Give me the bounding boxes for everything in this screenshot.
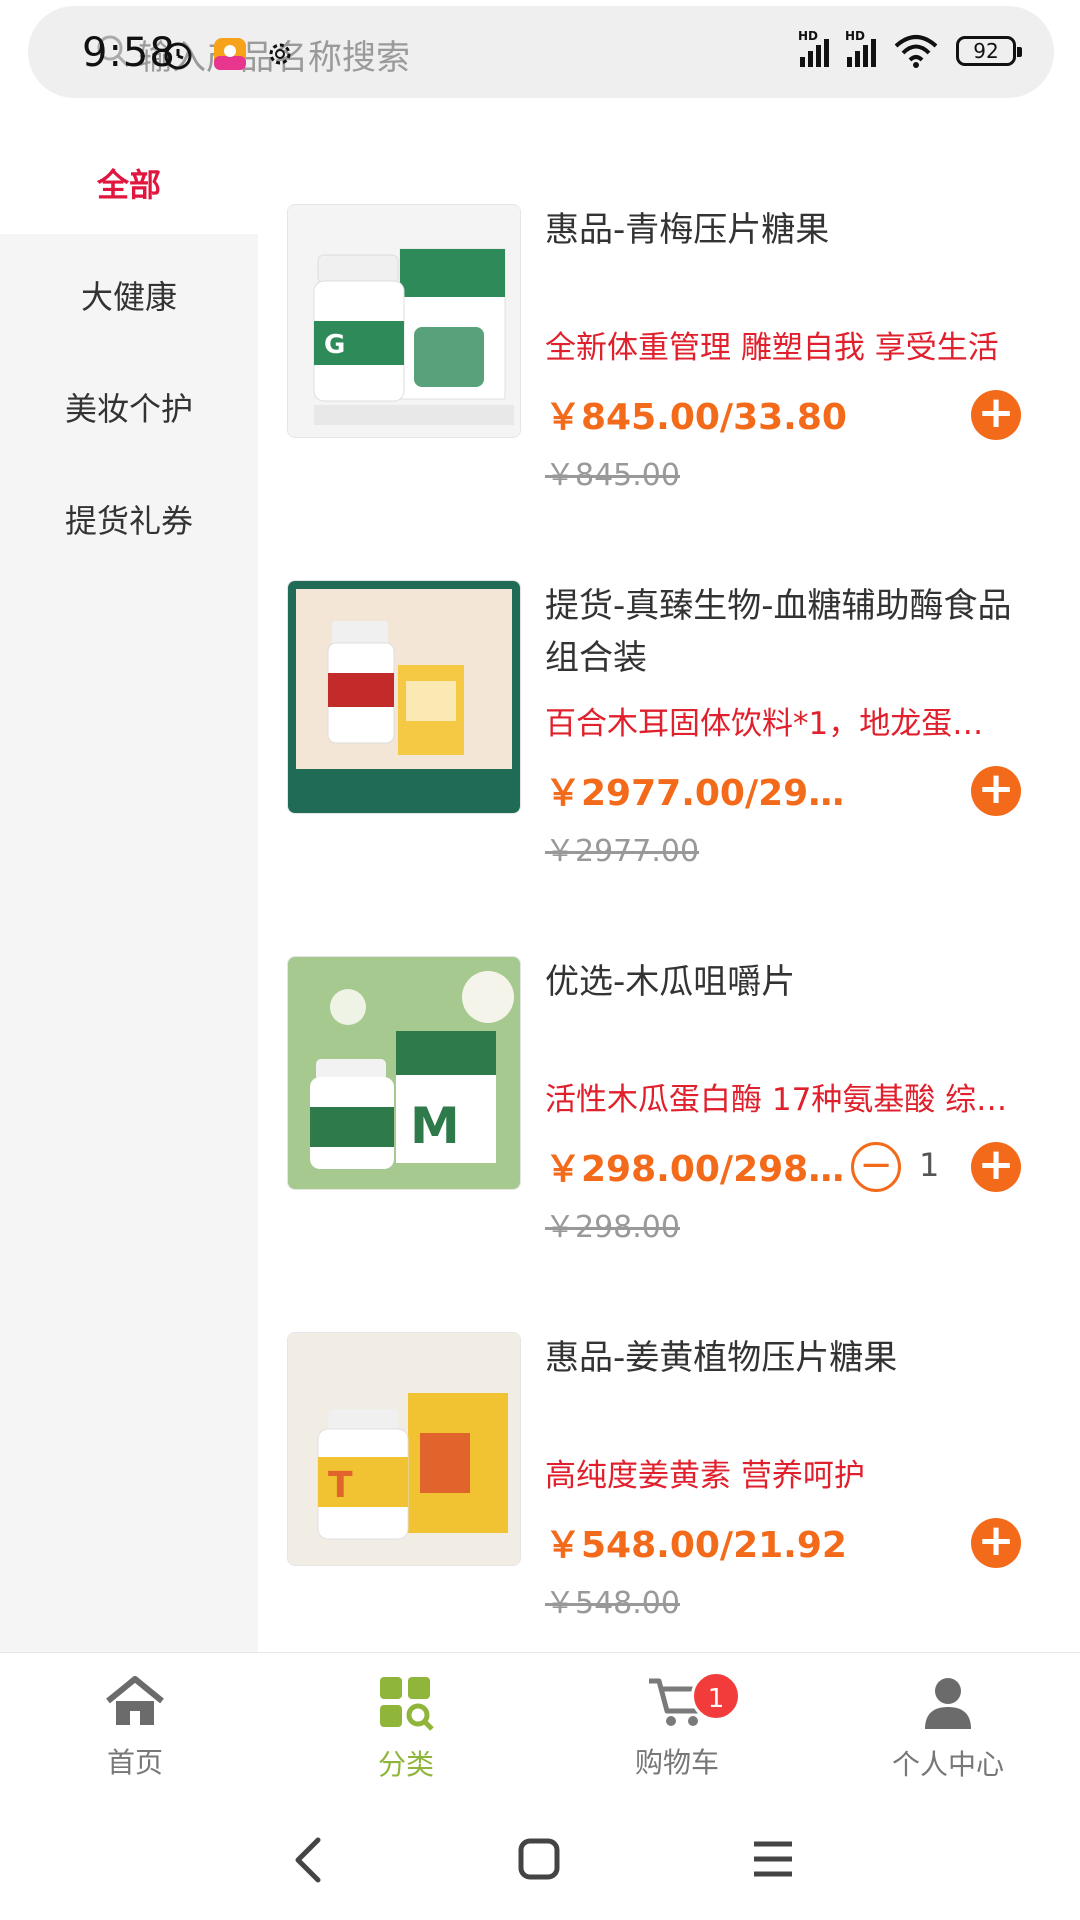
product-desc: 活性木瓜蛋白酶 17种氨基酸 综…	[545, 1082, 1008, 1118]
product-original-price: ￥2977.00	[545, 834, 700, 869]
gear-icon	[269, 43, 291, 65]
product-image[interactable]: M	[287, 956, 521, 1190]
product-card[interactable]: M 优选-木瓜咀嚼片 活性木瓜蛋白酶 17种氨基酸 综… ￥298.00/298…	[287, 956, 1047, 1245]
search-bar[interactable]: 输入产品名称搜索 9:58 HD HD 92	[28, 6, 1054, 98]
svg-text:G: G	[324, 330, 345, 360]
product-desc: 百合木耳固体饮料*1，地龙蛋…	[545, 706, 984, 742]
cell-signal-icon-2: HD	[845, 29, 876, 67]
nav-home-label: 首页	[106, 1746, 163, 1779]
user-icon	[925, 1678, 971, 1729]
home-icon	[106, 1676, 164, 1725]
product-name: 惠品-青梅压片糖果	[545, 210, 830, 250]
product-original-price: ￥845.00	[545, 458, 680, 493]
add-to-cart-button[interactable]: +	[971, 1518, 1021, 1568]
product-image[interactable]: G	[287, 204, 521, 438]
product-original-price: ￥298.00	[545, 1210, 680, 1245]
nav-cart[interactable]: 1 购物车	[577, 1671, 777, 1781]
product-card[interactable]: G 惠品-青梅压片糖果 全新体重管理 雕塑自我 享受生活 ￥845.00/33.…	[287, 204, 1047, 493]
category-icon	[380, 1677, 434, 1731]
decrease-quantity-button[interactable]: −	[851, 1142, 901, 1192]
add-to-cart-button[interactable]: +	[971, 390, 1021, 440]
nav-cart-label: 购物车	[634, 1746, 719, 1779]
sidebar-item-health[interactable]: 大健康	[0, 272, 258, 318]
wifi-icon	[894, 35, 938, 68]
nav-home[interactable]: 首页	[35, 1675, 235, 1781]
product-desc: 高纯度姜黄素 营养呵护	[545, 1458, 865, 1494]
back-icon[interactable]	[290, 1836, 324, 1884]
product-name: 优选-木瓜咀嚼片	[545, 962, 796, 1002]
sidebar-item-voucher[interactable]: 提货礼券	[0, 496, 258, 542]
product-original-price: ￥548.00	[545, 1586, 680, 1621]
category-sidebar: 全部 大健康 美妆个护 提货礼券	[0, 140, 258, 1652]
product-card[interactable]: T 惠品-姜黄植物压片糖果 高纯度姜黄素 营养呵护 ￥548.00/21.92 …	[287, 1332, 1047, 1621]
product-price: ￥548.00/21.92	[545, 1525, 847, 1566]
product-price: ￥2977.00/29…	[545, 773, 845, 814]
nav-category-label: 分类	[377, 1748, 434, 1781]
sidebar-item-beauty[interactable]: 美妆个护	[0, 384, 258, 430]
product-card[interactable]: 提货-真臻生物-血糖辅助酶食品组合装 百合木耳固体饮料*1，地龙蛋… ￥2977…	[287, 580, 1047, 869]
product-price: ￥298.00/298…	[545, 1149, 845, 1190]
cell-signal-icon: HD	[798, 29, 829, 67]
alarm-icon	[164, 42, 192, 70]
svg-text:T: T	[328, 1465, 353, 1506]
product-name: 提货-真臻生物-血糖辅助酶食品组合装	[545, 586, 1012, 678]
nav-profile[interactable]: 个人中心	[848, 1675, 1048, 1783]
sidebar-item-all[interactable]: 全部	[0, 160, 258, 206]
bottom-nav: 首页 分类 1 购物车 个人中心	[0, 1652, 1080, 1803]
add-to-cart-button[interactable]: +	[971, 766, 1021, 816]
system-nav-bar	[0, 1800, 1080, 1920]
battery-icon: 92	[956, 36, 1022, 66]
product-price: ￥845.00/33.80	[545, 397, 847, 438]
product-name: 惠品-姜黄植物压片糖果	[545, 1338, 898, 1378]
product-desc: 全新体重管理 雕塑自我 享受生活	[545, 330, 999, 366]
menu-icon[interactable]	[752, 1840, 794, 1878]
nav-category[interactable]: 分类	[306, 1675, 506, 1783]
home-square-icon[interactable]	[518, 1838, 560, 1880]
product-image[interactable]	[287, 580, 521, 814]
status-right: HD HD 92	[798, 29, 1022, 68]
nav-profile-label: 个人中心	[891, 1748, 1004, 1781]
app-notification-icon	[214, 38, 246, 70]
add-to-cart-button[interactable]: +	[971, 1142, 1021, 1192]
svg-text:M: M	[410, 1097, 460, 1155]
status-left-icons	[160, 36, 296, 72]
product-image[interactable]: T	[287, 1332, 521, 1566]
cart-badge: 1	[691, 1671, 741, 1721]
quantity-value: 1	[919, 1146, 940, 1184]
